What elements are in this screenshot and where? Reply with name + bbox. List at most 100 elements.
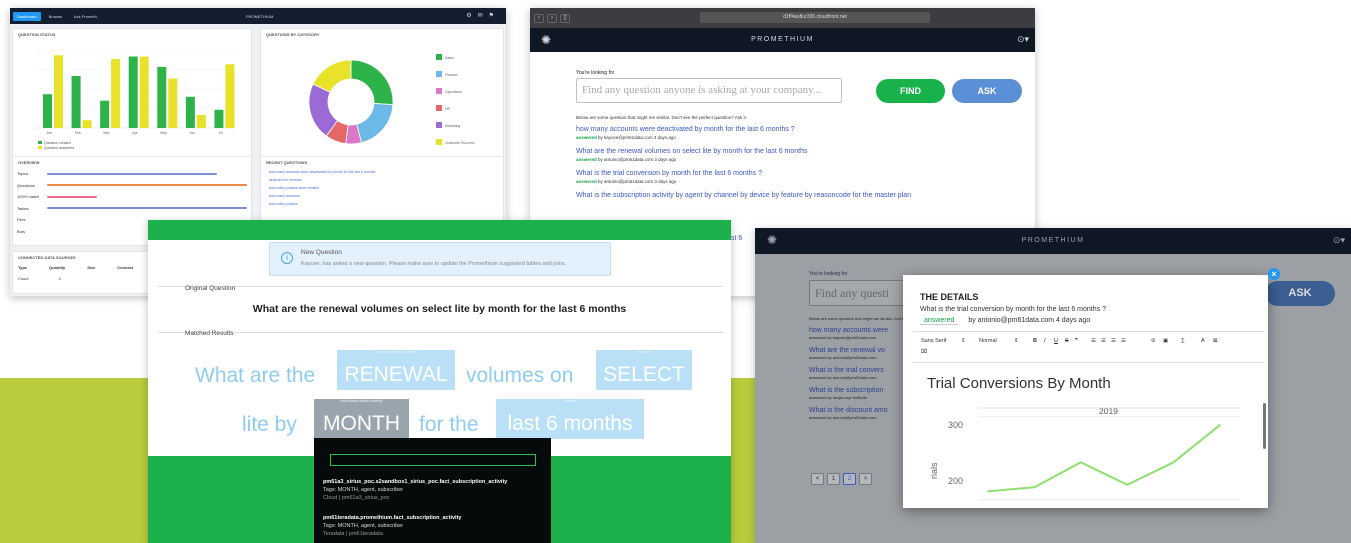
chart-title: Trial Conversions By Month (927, 375, 1111, 392)
pagination: < 1 2 > (811, 473, 872, 485)
list-ordered-icon[interactable]: ☰ (1101, 338, 1106, 344)
list-item[interactable]: how many accounts were answered by kaycee… (809, 326, 904, 341)
legend-label: Operations (445, 90, 462, 94)
list-item[interactable]: pm61a3_sirius_poc.s2sandbox1_sirius_poc.… (323, 478, 507, 502)
italic-icon[interactable]: I (1044, 338, 1046, 344)
recent-questions-list: how many accounts were deactivated by mo… (261, 168, 503, 208)
underline-icon[interactable]: U (1054, 338, 1058, 344)
page-2[interactable]: 2 (843, 473, 856, 485)
info-icon: i (281, 252, 293, 264)
clear-format-icon[interactable]: ⊠ (1213, 338, 1218, 344)
author-meta: by antonio@pm61data.com 4 days ago (968, 317, 1091, 324)
page-next[interactable]: > (859, 473, 872, 485)
ask-button[interactable]: ASK (1265, 281, 1335, 306)
divider (158, 332, 723, 333)
list-item[interactable]: how many policies (261, 200, 503, 208)
question-link[interactable]: What is the trial convers (809, 366, 904, 375)
list-item[interactable]: how many accounts (261, 192, 503, 200)
question-link[interactable]: how many accounts were (809, 326, 904, 335)
entity-word: MONTH (323, 412, 400, 435)
image-icon[interactable]: ▣ (1163, 338, 1168, 344)
dashboard-topbar-icons[interactable]: ⚙✉⚑ (466, 12, 500, 19)
question-link[interactable]: What are the renewal vo (809, 346, 904, 355)
x-tick-label: Apr (132, 131, 138, 135)
entity-highlight-renewal[interactable]: dim.subscription activity RENEWAL (337, 349, 455, 390)
list-item[interactable]: how many policies were created (261, 184, 503, 192)
address-bar[interactable]: d1ff4ax8ur336.cloudfront.net (700, 12, 930, 23)
list-item[interactable]: What are the renewal volumes on select l… (576, 147, 996, 163)
stat-row: 100% match (13, 191, 251, 203)
legend-label: Customer Success (445, 141, 475, 145)
question-link[interactable]: What is the subscription activity by age… (576, 191, 996, 200)
looking-for-label: You're looking for (809, 271, 848, 277)
question-link[interactable]: how many accounts were deactivated by mo… (576, 125, 996, 134)
align-icon[interactable]: ☰ (1121, 338, 1126, 344)
ask-button[interactable]: ASK (952, 79, 1022, 103)
code-icon[interactable]: ⌧ (921, 349, 927, 355)
status-badge: answered (576, 179, 597, 184)
donut-chart: Sales Finance Operations HR Marketing Custome… (308, 54, 475, 145)
list-item[interactable]: how many accounts were deactivated by mo… (576, 125, 996, 141)
tab-browse[interactable]: Browse (45, 12, 66, 21)
legend-swatch (436, 88, 442, 94)
quote-icon[interactable]: ❞ (1075, 338, 1078, 344)
donut-slice (356, 103, 394, 144)
dashboard-title: PROMETHIUM (246, 14, 274, 19)
list-item[interactable]: What are the renewal vo answered by anton… (809, 346, 904, 361)
scrollbar[interactable] (1263, 403, 1266, 449)
list-item[interactable]: how many accounts were deactivated by mo… (261, 168, 503, 176)
text-color-icon[interactable]: A (1201, 338, 1205, 344)
user-menu-icon[interactable]: ⊙▾ (1333, 235, 1345, 246)
question-link[interactable]: What is the discount amo (809, 406, 904, 415)
sidebar-icon[interactable]: ▯ (560, 13, 570, 23)
list-item[interactable]: What is the discount amo answered by anto… (809, 406, 904, 421)
list-item[interactable]: What is the subscription answered by ranj… (809, 386, 904, 401)
font-select[interactable]: Sans Serif (921, 338, 946, 344)
table-name: pm61a3_sirius_poc.s2sandbox1_sirius_poc.… (323, 479, 508, 485)
table-filter-input[interactable] (330, 454, 536, 466)
tab-dashboard[interactable]: Dashboard (13, 11, 41, 21)
list-item[interactable]: pm61teradata.promethium.fact_subscriptio… (323, 514, 461, 538)
question-meta: answered by kaycee@pm61data.com 3 days a… (576, 134, 996, 141)
find-button[interactable]: FIND (876, 79, 945, 103)
question-meta: answered by antonio@pm61data.com (809, 375, 877, 380)
search-input[interactable]: Find any question anyone is asking at yo… (576, 78, 842, 103)
question-link[interactable]: What are the renewal volumes on select l… (576, 147, 996, 156)
link-icon[interactable]: ⊘ (1151, 338, 1156, 344)
list-item[interactable]: What is the trial conversion by month fo… (576, 169, 996, 185)
strike-icon[interactable]: S (1065, 338, 1069, 344)
back-icon[interactable]: ‹ (534, 13, 544, 23)
size-select[interactable]: Normal (979, 338, 997, 344)
col-type: Type (18, 265, 28, 270)
user-menu-icon[interactable]: ⊙▾ (1017, 34, 1029, 45)
list-item[interactable]: What is the trial convers answered by ant… (809, 366, 904, 381)
forward-icon[interactable]: › (547, 13, 557, 23)
status-badge: answered (576, 135, 597, 140)
formula-icon[interactable]: ∑ (1181, 338, 1185, 344)
entity-tag: dim.plan (636, 349, 652, 354)
status-badge[interactable]: answered (920, 317, 959, 325)
page-1[interactable]: 1 (827, 473, 840, 485)
entity-highlight-month[interactable]: fact.subscription.activity MONTH (314, 398, 409, 439)
legend-label: HR (445, 107, 451, 111)
cell-quantity: 4 (58, 276, 61, 281)
chevron-down-icon[interactable]: ⇕ (1014, 338, 1019, 344)
close-icon[interactable]: × (1268, 268, 1280, 280)
author-meta: by kaycee@pm61data.com 3 days ago (598, 135, 676, 140)
entity-highlight-select[interactable]: dim.plan SELECT (596, 349, 692, 390)
chevron-down-icon[interactable]: ⇕ (961, 338, 966, 344)
page-prev[interactable]: < (811, 473, 824, 485)
matched-word: lite by (242, 413, 297, 436)
list-icon[interactable]: ☰ (1091, 338, 1096, 344)
bar (54, 55, 63, 129)
entity-highlight-last-6-months[interactable]: relative last 6 months (496, 398, 644, 439)
bold-icon[interactable]: B (1033, 338, 1037, 344)
list-item[interactable]: what are the renewal (261, 176, 503, 184)
question-link[interactable]: What is the subscription (809, 386, 904, 395)
question-link[interactable]: What is the trial conversion by month fo… (576, 169, 996, 178)
list-item[interactable]: What is the subscription activity by age… (576, 191, 996, 200)
tab-ask[interactable]: Ask Prometh. (70, 12, 102, 21)
indent-icon[interactable]: ☰ (1111, 338, 1116, 344)
data-point (987, 490, 989, 493)
details-modal: THE DETAILS What is the trial conversion… (903, 275, 1268, 508)
